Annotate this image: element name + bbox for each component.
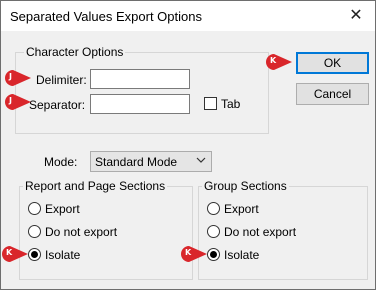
character-options-legend: Character Options [24,45,126,59]
report-isolate-label: Isolate [45,248,81,262]
report-export-label: Export [45,202,80,216]
report-do-not-export-radio[interactable] [28,225,41,238]
mode-select[interactable]: Standard Mode [90,151,212,172]
group-export-radio[interactable] [207,202,220,215]
group-isolate-radio[interactable] [207,248,220,261]
callout-marker-report-isolate: K [1,245,29,263]
report-export-radio[interactable] [28,202,41,215]
chevron-down-icon [196,157,206,163]
mode-selected-value: Standard Mode [95,155,178,169]
delimiter-label: Delimiter: [36,73,87,87]
dialog-title: Separated Values Export Options [10,9,202,24]
report-sections-legend: Report and Page Sections [23,179,168,193]
callout-marker-separator: J [4,93,32,111]
mode-label: Mode: [44,155,78,169]
ok-button[interactable]: OK [296,52,369,74]
separator-field[interactable] [90,94,190,114]
group-do-not-export-radio[interactable] [207,225,220,238]
tab-label: Tab [221,97,241,111]
delimiter-field[interactable] [90,69,190,89]
close-icon[interactable]: ✕ [343,3,369,29]
group-sections-legend: Group Sections [202,179,289,193]
group-export-label: Export [224,202,259,216]
group-do-not-export-label: Do not export [224,225,297,239]
report-do-not-export-label: Do not export [45,225,118,239]
radio-selected-dot [31,251,38,258]
callout-marker-delimiter: J [4,69,32,87]
callout-marker-group-isolate: K [180,245,208,263]
callout-marker-ok: K [265,53,293,71]
title-bar: Separated Values Export Options ✕ [1,1,375,31]
radio-selected-dot [210,251,217,258]
tab-checkbox[interactable] [204,97,217,110]
separator-label: Separator: [29,98,86,112]
group-isolate-label: Isolate [224,248,260,262]
cancel-button[interactable]: Cancel [296,83,369,105]
character-options-group: Character Options [15,45,269,134]
report-isolate-radio[interactable] [28,248,41,261]
